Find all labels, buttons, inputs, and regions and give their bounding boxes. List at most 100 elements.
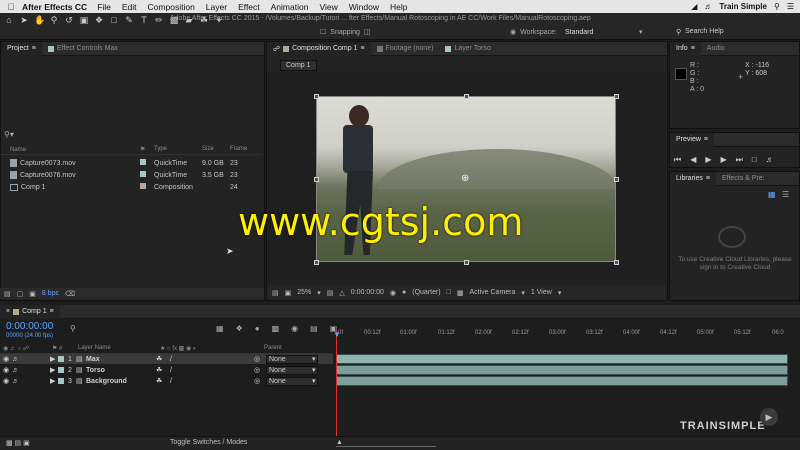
app-menu[interactable]: After Effects CC xyxy=(22,2,87,12)
parent-dropdown[interactable]: None xyxy=(266,354,318,364)
chevron-down-icon[interactable]: ▾ xyxy=(317,289,321,297)
mask-toggle-icon[interactable]: △ xyxy=(339,289,344,297)
layer-row[interactable]: ◉ ♬ ▶ 3 ▤ Background ☘ / ◎ None ▾ xyxy=(0,376,333,387)
draft-3d-icon[interactable]: ❖ xyxy=(236,324,243,333)
visibility-icon[interactable]: ◉ xyxy=(0,366,12,374)
tab-effects-presets[interactable]: Effects & Pre: xyxy=(716,172,771,186)
workspace-switcher[interactable]: ◉ Workspace: Standard ▾ xyxy=(510,28,642,37)
search-icon[interactable]: ⚲ xyxy=(70,324,76,333)
region-of-interest-icon[interactable]: □ xyxy=(447,289,451,296)
transform-handle[interactable] xyxy=(314,260,319,265)
monitor-icon[interactable]: ▣ xyxy=(285,289,292,297)
project-item[interactable]: Capture0073.mov QuickTime 9.0 GB 23 xyxy=(0,157,262,169)
layer-name[interactable]: Max xyxy=(86,356,156,363)
brush-tool-icon[interactable]: ✏ xyxy=(154,15,164,26)
snapshot-icon[interactable]: ◉ xyxy=(390,289,396,297)
apple-icon[interactable]:  xyxy=(0,2,22,12)
tab-composition[interactable]: ☍ Composition Comp 1 ≡ xyxy=(267,41,371,56)
tab-preview[interactable]: Preview ≡ xyxy=(670,132,714,147)
tab-effect-controls[interactable]: Effect Controls Max xyxy=(42,42,124,56)
rotate-tool-icon[interactable]: ↺ xyxy=(64,15,74,26)
project-item[interactable]: Capture0076.mov QuickTime 3.5 GB 23 xyxy=(0,169,262,181)
shy-switch-icon[interactable]: ☘ xyxy=(156,366,170,374)
parent-pickwhip-icon[interactable]: ◎ xyxy=(254,377,260,385)
interpret-footage-icon[interactable]: ▤ xyxy=(4,290,11,298)
zoom-slider[interactable]: ▲ xyxy=(336,439,436,447)
notifications-icon[interactable]: ☰ xyxy=(787,2,794,11)
layer-name[interactable]: Background xyxy=(86,378,156,385)
loop-icon[interactable]: □ xyxy=(752,155,757,165)
workspace-value[interactable]: Standard xyxy=(565,29,635,36)
grid-view-icon[interactable]: ▦ xyxy=(768,190,776,199)
audio-icon[interactable]: ♬ xyxy=(12,367,24,374)
layer-name[interactable]: Torso xyxy=(86,367,156,374)
view-layout[interactable]: 1 View xyxy=(531,289,552,296)
parent-pickwhip-icon[interactable]: ◎ xyxy=(254,366,260,374)
camera-tool-icon[interactable]: ▣ xyxy=(79,15,89,26)
menu-layer[interactable]: Layer xyxy=(206,2,227,12)
pan-behind-tool-icon[interactable]: ❖ xyxy=(94,15,104,26)
graph-editor-icon[interactable]: ▤ xyxy=(310,324,318,333)
menu-edit[interactable]: Edit xyxy=(122,2,137,12)
visibility-icon[interactable]: ◉ xyxy=(0,377,12,385)
volume-icon[interactable]: ♬ xyxy=(704,2,712,11)
shy-switch-icon[interactable]: ☘ xyxy=(156,377,170,385)
menu-icon[interactable]: ≡ xyxy=(32,45,36,52)
layer-duration-bar[interactable] xyxy=(336,354,788,364)
resolution[interactable]: (Quarter) xyxy=(412,289,440,296)
tab-libraries[interactable]: Libraries ≡ xyxy=(670,171,716,186)
layer-duration-bar[interactable] xyxy=(336,376,788,386)
wifi-icon[interactable]: ◢ xyxy=(691,2,697,11)
playhead[interactable] xyxy=(336,330,337,440)
comp-mini-flowchart-icon[interactable]: ▦ xyxy=(216,324,224,333)
zoom-tool-icon[interactable]: ⚲ xyxy=(49,15,59,26)
quality-switch-icon[interactable]: / xyxy=(170,356,210,363)
menu-composition[interactable]: Composition xyxy=(148,2,195,12)
shy-icon[interactable]: ● xyxy=(255,324,260,333)
layer-row[interactable]: ◉ ♬ ▶ 2 ▤ Torso ☘ / ◎ None ▾ xyxy=(0,365,333,376)
menu-icon[interactable]: ≡ xyxy=(704,136,708,143)
transform-handle[interactable] xyxy=(614,94,619,99)
spotlight-icon[interactable]: ⚲ xyxy=(774,2,780,11)
menu-animation[interactable]: Animation xyxy=(271,2,309,12)
close-icon[interactable]: × xyxy=(6,308,10,315)
chevron-down-icon[interactable]: ▾ xyxy=(312,355,316,363)
layer-row[interactable]: ◉ ♬ ▶ 1 ▤ Max ☘ / ◎ None ▾ xyxy=(0,354,333,365)
col-type[interactable]: Type xyxy=(154,146,202,154)
transform-handle[interactable] xyxy=(314,177,319,182)
audio-icon[interactable]: ♬ xyxy=(12,356,24,363)
col-frame[interactable]: Frame xyxy=(230,146,252,154)
camera-view[interactable]: Active Camera xyxy=(470,289,516,296)
parent-dropdown[interactable]: None xyxy=(266,365,318,375)
tab-audio[interactable]: Audio xyxy=(701,42,731,56)
tab-info[interactable]: Info ≡ xyxy=(670,41,701,56)
label-color[interactable] xyxy=(140,183,146,189)
play-overlay-icon[interactable]: ▶ xyxy=(760,408,778,426)
chevron-down-icon[interactable]: ▾ xyxy=(521,289,525,297)
audio-icon[interactable]: ♬ xyxy=(12,378,24,385)
anchor-point-icon[interactable]: ⊕ xyxy=(461,173,469,184)
transform-handle[interactable] xyxy=(464,94,469,99)
new-folder-icon[interactable]: ▢ xyxy=(17,290,24,298)
col-parent[interactable]: Parent xyxy=(264,345,282,351)
safe-zones-icon[interactable]: ▤ xyxy=(327,289,334,297)
trash-icon[interactable]: ⌫ xyxy=(65,290,75,298)
menu-icon[interactable]: ≡ xyxy=(50,308,54,315)
motion-blur-icon[interactable]: ◉ xyxy=(291,324,298,333)
pen-tool-icon[interactable]: ✎ xyxy=(124,15,134,26)
search-help-label[interactable]: Search Help xyxy=(685,28,724,36)
tab-layer[interactable]: Layer Torso xyxy=(439,42,496,56)
menu-icon[interactable]: ≡ xyxy=(691,45,695,52)
shy-switch-icon[interactable]: ☘ xyxy=(156,355,170,363)
menu-icon[interactable]: ≡ xyxy=(360,45,364,52)
menu-window[interactable]: Window xyxy=(349,2,379,12)
lock-icon[interactable]: ☍ xyxy=(273,45,280,53)
menu-icon[interactable]: ≡ xyxy=(706,175,710,182)
visibility-icon[interactable]: ◉ xyxy=(0,355,12,363)
expand-panes-icon[interactable]: ▩ ▤ ▣ xyxy=(6,439,30,447)
toggle-switches-modes-button[interactable]: Toggle Switches / Modes xyxy=(170,439,247,446)
expand-triangle-icon[interactable]: ▶ xyxy=(50,366,58,374)
snap-options-icon[interactable]: ◫ xyxy=(364,28,371,36)
timeline-current-time[interactable]: 0:00:00:00 xyxy=(6,321,53,332)
composition-viewer[interactable]: ⊕ xyxy=(268,72,666,284)
